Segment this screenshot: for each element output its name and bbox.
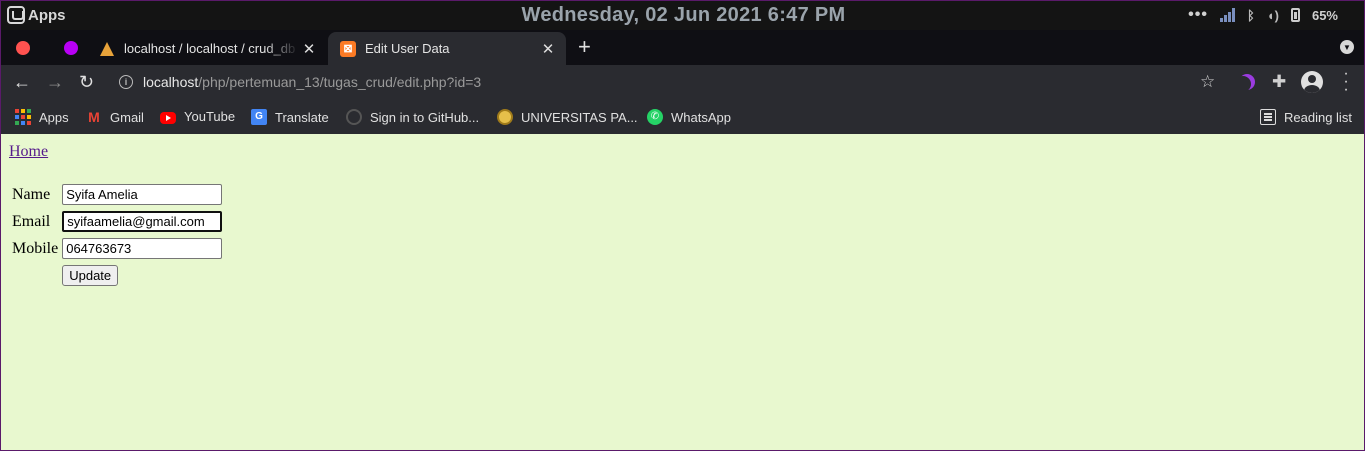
os-clock[interactable]: Wednesday, 02 Jun 2021 6:47 PM xyxy=(1,4,1364,27)
close-tab-icon[interactable]: ✕ xyxy=(299,40,319,58)
system-tray: ••• ᛒ ◖) 65% xyxy=(1188,6,1338,24)
bookmark-label: Sign in to GitHub... xyxy=(370,109,480,125)
gmail-icon: M xyxy=(88,109,100,125)
bookmark-label: Translate xyxy=(275,109,329,125)
browser-menu-icon[interactable]: · · · xyxy=(1341,66,1351,98)
network-signal-icon[interactable] xyxy=(1219,8,1235,22)
url-path: /php/pertemuan_13/tugas_crud/edit.php?id… xyxy=(198,74,482,90)
tab-search-chevron-icon[interactable]: ▼ xyxy=(1340,40,1354,54)
name-label: Name xyxy=(12,185,51,203)
browser-toolbar: ← → ↻ i localhost/php/pertemuan_13/tugas… xyxy=(1,65,1364,100)
bookmark-github[interactable]: Sign in to GitHub... xyxy=(346,109,479,125)
screen: Apps Wednesday, 02 Jun 2021 6:47 PM ••• … xyxy=(0,0,1365,451)
form-row-name: Name xyxy=(11,182,223,207)
tab-title: localhost / localhost / crud_db xyxy=(124,41,296,56)
reload-button[interactable]: ↻ xyxy=(79,71,94,93)
bookmark-whatsapp[interactable]: ✆ WhatsApp xyxy=(647,109,731,125)
bookmark-label: WhatsApp xyxy=(671,109,731,125)
mobile-label: Mobile xyxy=(12,239,59,257)
site-info-icon[interactable]: i xyxy=(119,75,133,89)
tab-strip: localhost / localhost / crud_db ✕ ⊠ Edit… xyxy=(1,30,1364,65)
name-input[interactable] xyxy=(62,184,223,205)
volume-icon[interactable]: ◖) xyxy=(1267,8,1279,23)
window-minimize-dot-icon[interactable] xyxy=(64,41,78,55)
battery-percent: 65% xyxy=(1311,7,1338,23)
tab-edit-user-data[interactable]: ⊠ Edit User Data ✕ xyxy=(328,32,566,65)
phpmyadmin-icon xyxy=(99,41,115,57)
youtube-icon xyxy=(160,111,176,124)
bookmark-gmail[interactable]: M Gmail xyxy=(86,109,144,125)
tray-more-icon[interactable]: ••• xyxy=(1188,6,1208,24)
bookmark-label: Gmail xyxy=(110,109,144,125)
xampp-icon: ⊠ xyxy=(340,40,356,57)
bookmark-label: YouTube xyxy=(184,109,236,124)
bookmark-label: Apps xyxy=(39,109,69,125)
bluetooth-icon[interactable]: ᛒ xyxy=(1247,8,1255,23)
bookmark-apps[interactable]: Apps xyxy=(15,109,69,125)
tab-phpmyadmin[interactable]: localhost / localhost / crud_db ✕ xyxy=(87,32,327,65)
bookmark-label: UNIVERSITAS PA... xyxy=(521,109,638,125)
close-tab-icon[interactable]: ✕ xyxy=(538,40,558,58)
whatsapp-icon: ✆ xyxy=(647,109,663,125)
reading-list-button[interactable]: Reading list xyxy=(1260,109,1352,125)
address-bar[interactable]: localhost/php/pertemuan_13/tugas_crud/ed… xyxy=(143,74,481,90)
os-top-bar: Apps Wednesday, 02 Jun 2021 6:47 PM ••• … xyxy=(1,1,1364,30)
bookmarks-bar: Apps M Gmail YouTube G Translate Sign in… xyxy=(1,100,1364,134)
reading-list-icon xyxy=(1260,109,1276,125)
github-icon xyxy=(346,109,362,125)
form-row-email: Email xyxy=(11,209,223,234)
bookmark-youtube[interactable]: YouTube xyxy=(160,109,235,124)
home-link[interactable]: Home xyxy=(9,143,48,161)
mobile-input[interactable] xyxy=(62,238,223,259)
page-content: Home Name Email Mobile Update xyxy=(1,134,1364,450)
dark-mode-extension-icon[interactable] xyxy=(1235,76,1251,92)
update-button[interactable]: Update xyxy=(62,265,119,286)
translate-icon: G xyxy=(251,109,267,125)
new-tab-button[interactable]: + xyxy=(578,35,591,59)
window-close-dot-icon[interactable] xyxy=(16,41,30,55)
url-host: localhost xyxy=(143,74,199,90)
tab-title: Edit User Data xyxy=(365,41,450,56)
extensions-puzzle-icon[interactable]: ✚ xyxy=(1272,72,1286,92)
profile-avatar-icon[interactable] xyxy=(1301,71,1323,93)
apps-grid-icon xyxy=(15,109,31,125)
bookmark-universitas[interactable]: UNIVERSITAS PA... xyxy=(497,109,638,125)
bookmark-translate[interactable]: G Translate xyxy=(251,109,329,125)
email-input[interactable] xyxy=(62,211,223,232)
reading-list-label: Reading list xyxy=(1284,109,1352,125)
back-button[interactable]: ← xyxy=(13,71,31,93)
email-label: Email xyxy=(12,212,51,230)
battery-icon[interactable] xyxy=(1290,8,1300,22)
university-icon xyxy=(497,109,513,125)
edit-user-form: Name Email Mobile Update xyxy=(9,180,225,290)
forward-button[interactable]: → xyxy=(46,71,64,93)
form-row-mobile: Mobile xyxy=(11,236,223,261)
form-row-submit: Update xyxy=(11,263,223,288)
bookmark-star-icon[interactable]: ☆ xyxy=(1200,72,1215,92)
